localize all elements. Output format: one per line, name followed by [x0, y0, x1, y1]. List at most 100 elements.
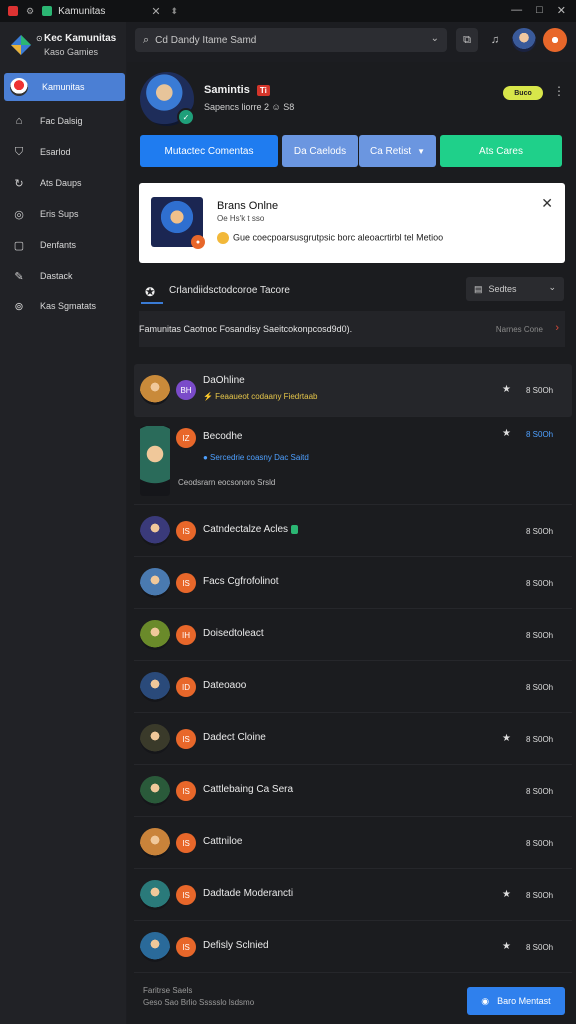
copy-button[interactable]: ⧉: [456, 28, 478, 52]
list-item[interactable]: IZ Becodhe ● Sercedrie coasny Dac Saitd Ceo…: [134, 418, 572, 505]
featured-card[interactable]: ● Brans Onlne Oe Hs'k t sso Gue coecpoar…: [139, 183, 565, 263]
sidebar-item-edit[interactable]: ✎ Dastack: [4, 262, 125, 290]
game-thumbnail: [140, 620, 170, 650]
star-icon[interactable]: ★: [502, 384, 511, 395]
secondary-action-button[interactable]: Ats Cares: [440, 135, 562, 167]
arrow-right-icon[interactable]: ›: [555, 322, 559, 334]
rank-badge: IS: [176, 521, 196, 541]
rank-badge: BH: [176, 380, 196, 400]
sort-select[interactable]: ▤ Sedtes ⌄: [466, 277, 564, 301]
target-icon: ◎: [14, 208, 24, 221]
list-item[interactable]: IS Facs Cgfrofolinot 8 S0Oh: [134, 558, 572, 609]
search-icon: ⌕: [143, 33, 150, 46]
game-thumbnail: [140, 828, 170, 858]
player-count: 8 S0Oh: [526, 631, 554, 640]
list-item[interactable]: IS Cattniloe 8 S0Oh: [134, 818, 572, 869]
sidebar-item-square[interactable]: ▢ Denfants: [4, 231, 125, 259]
rank-badge: IS: [176, 781, 196, 801]
sidebar-item-target[interactable]: ◎ Eris Sups: [4, 200, 125, 228]
game-title: Dadect Cloine: [203, 732, 266, 743]
star-icon[interactable]: ★: [502, 941, 511, 952]
sidebar-item-label: Kamunitas: [42, 82, 85, 92]
rank-badge: IS: [176, 729, 196, 749]
user-avatar[interactable]: [512, 28, 536, 52]
close-icon[interactable]: ✕: [541, 195, 553, 212]
chevron-down-icon[interactable]: ⌄: [431, 33, 439, 44]
sidebar-item-label: Eris Sups: [40, 209, 79, 219]
game-title-text: Dadtade Moderancti: [203, 888, 294, 899]
game-thumbnail: [140, 375, 170, 405]
title-bar: ⚙ Kamunitas ✕ ⬍ — □ ✕: [0, 0, 576, 22]
footer-subtext: Geso Sao Brlio Ssssslo lsdsmo: [143, 998, 255, 1007]
segment-right-label: Ca Retist: [369, 145, 412, 157]
game-subtitle: ● Sercedrie coasny Dac Saitd: [203, 453, 309, 462]
player-count: 8 S0Oh: [526, 386, 554, 395]
game-thumbnail: [140, 776, 170, 806]
main-panel: ✓ Samintis Ti Sapencs liorre 2 ☺ S8 Buco…: [127, 62, 576, 1024]
game-thumbnail: [140, 880, 170, 910]
segment-left-button[interactable]: Da Caelods: [282, 135, 358, 167]
game-subtitle: ⚡ Feaaueot codaany Fiedrtaab: [203, 392, 318, 401]
search-input[interactable]: ⌕ Cd Dandy Itame Samd ⌄: [135, 28, 447, 52]
game-title-text: Catndectalze Acles: [203, 524, 289, 535]
player-count: 8 S0Oh: [526, 787, 554, 796]
section-title: Crlandiidsctodcoroe Tacore: [169, 285, 290, 296]
player-count: 8 S0Oh: [526, 839, 554, 848]
brand[interactable]: ⊙ Kec Kamunitas Kaso Gamies: [10, 28, 126, 68]
more-options-icon[interactable]: ⋮: [553, 84, 565, 98]
verified-icon: ✓: [177, 108, 195, 126]
star-icon[interactable]: ★: [502, 428, 511, 439]
minimize-button[interactable]: —: [511, 4, 522, 17]
brand-sub: Kaso Gamies: [44, 47, 99, 57]
close-tab-icon[interactable]: ✕: [151, 5, 160, 18]
list-item[interactable]: IS Cattlebaing Ca Sera 8 S0Oh: [134, 766, 572, 817]
game-title: Cattniloe: [203, 836, 242, 847]
emoji-icon: [217, 232, 229, 244]
logo-icon: [11, 35, 31, 55]
filter-icon: ▤: [474, 283, 483, 294]
game-title: Facs Cgfrofolinot: [203, 576, 279, 587]
card-description: Gue coecpoarsusgrutpsic borc aleoacrtirb…: [217, 232, 443, 244]
sort-value: Sedtes: [488, 284, 517, 294]
sidebar-item-kamunitas[interactable]: Kamunitas: [4, 73, 125, 101]
sidebar-item-circle[interactable]: ⊚ Kas Sgmatats: [4, 292, 125, 320]
window-title: Kamunitas: [58, 5, 106, 17]
maximize-button[interactable]: □: [536, 4, 543, 17]
notice-link[interactable]: Narnes Cone: [496, 325, 543, 334]
avatar-icon: [10, 78, 28, 96]
caret-down-icon: ▼: [417, 146, 426, 156]
list-item[interactable]: IH Doisedtoleact 8 S0Oh: [134, 610, 572, 661]
profile-avatar-button[interactable]: [543, 28, 567, 52]
game-title-text: Cattlebaing Ca Sera: [203, 784, 294, 795]
home-icon: ⌂: [15, 115, 23, 127]
list-item[interactable]: ID Dateoaoo 8 S0Oh: [134, 662, 572, 713]
sidebar-item-refresh[interactable]: ↻ Ats Daups: [4, 169, 125, 197]
list-item[interactable]: IS Defisly Sclnied ★ 8 S0Oh: [134, 922, 572, 973]
settings-icon[interactable]: ⚙: [26, 6, 34, 16]
sidebar-item-shield[interactable]: ⛉ Esarlod: [4, 138, 125, 166]
player-count: 8 S0Oh: [526, 527, 554, 536]
footer-button[interactable]: ◉ Baro Mentast: [467, 987, 565, 1015]
list-item[interactable]: IS Dadect Cloine ★ 8 S0Oh: [134, 714, 572, 765]
rank-badge: IZ: [176, 428, 196, 448]
list-item[interactable]: BH DaOhline ⚡ Feaaueot codaany Fiedrtaab ★ 8…: [134, 364, 572, 417]
card-title: Brans Onlne: [217, 200, 279, 212]
notifications-button[interactable]: ♫: [484, 28, 506, 52]
game-title: Dadtade Moderancti: [203, 888, 293, 899]
game-title: Defisly Sclnied: [203, 940, 269, 951]
star-icon[interactable]: ★: [502, 889, 511, 900]
copy-icon: ⧉: [463, 33, 471, 46]
section-divider: [141, 302, 163, 304]
sidebar-item-home[interactable]: ⌂ Fac Dalsig: [4, 107, 125, 135]
list-item[interactable]: IS Dadtade Moderancti ★ 8 S0Oh: [134, 870, 572, 921]
rank-badge: ID: [176, 677, 196, 697]
game-thumbnail: [140, 724, 170, 754]
list-item[interactable]: IS Catndectalze Acles 8 S0Oh: [134, 506, 572, 557]
primary-action-button[interactable]: Mutactec Comentas: [140, 135, 278, 167]
close-button[interactable]: ✕: [557, 4, 566, 17]
game-thumbnail: [140, 516, 170, 546]
card-description-text: Gue coecpoarsusgrutpsic borc aleoacrtirb…: [233, 232, 444, 243]
segment-right-button[interactable]: Ca Retist ▼: [359, 135, 436, 167]
star-icon[interactable]: ★: [502, 733, 511, 744]
footer-button-label: Baro Mentast: [497, 996, 551, 1006]
